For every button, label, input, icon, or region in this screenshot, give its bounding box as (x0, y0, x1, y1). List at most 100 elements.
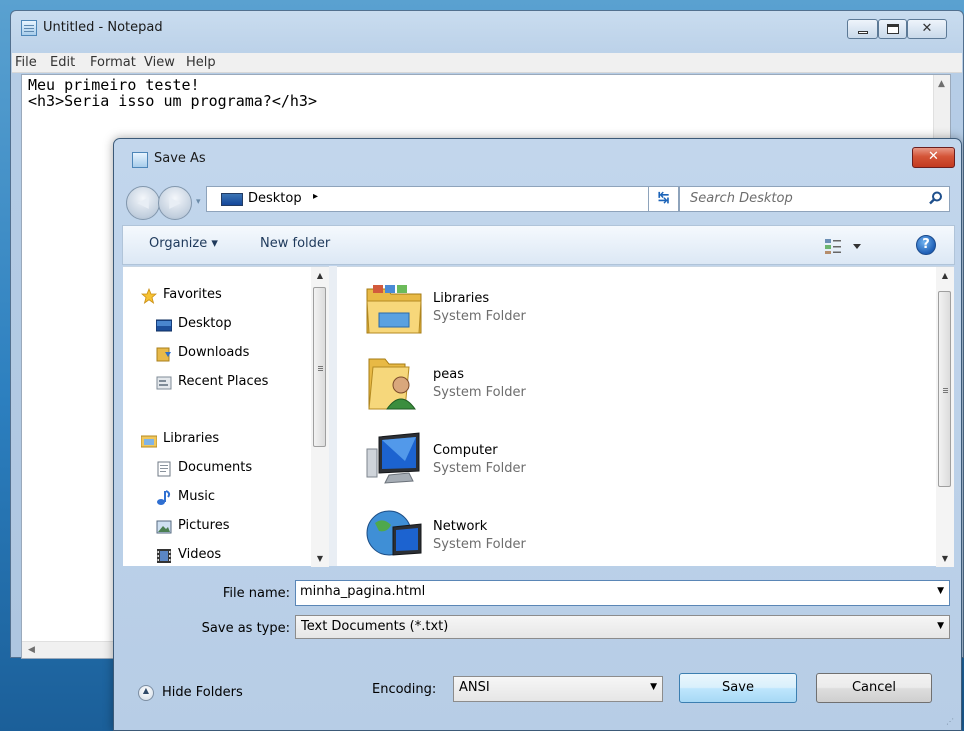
navigation-scrollbar[interactable]: ▲ ▼ (311, 267, 329, 567)
scrollbar-thumb[interactable] (313, 287, 326, 447)
file-name-dropdown-icon[interactable]: ▼ (937, 586, 944, 596)
network-icon (366, 510, 422, 556)
address-bar[interactable]: Desktop ▸ ▼ (206, 186, 719, 212)
scroll-up-icon[interactable]: ▲ (936, 271, 954, 280)
forward-button[interactable]: ▶ (158, 186, 192, 220)
scroll-down-icon[interactable]: ▼ (936, 554, 954, 563)
command-bar: Organize ▾ New folder ? (122, 225, 955, 265)
nav-label: Downloads (178, 345, 250, 360)
scroll-down-icon[interactable]: ▼ (311, 554, 329, 563)
downloads-icon (156, 347, 171, 362)
dialog-icon (132, 152, 148, 168)
desktop-icon (156, 319, 172, 332)
scroll-up-icon[interactable]: ▲ (311, 271, 329, 280)
file-name-label: File name: (222, 586, 290, 601)
pictures-icon (156, 520, 172, 534)
nav-label: Music (178, 489, 215, 504)
navigation-pane: Favorites Desktop Downloads Recent Place… (123, 266, 329, 567)
chevron-down-icon: ▼ (937, 621, 944, 631)
nav-label: Libraries (163, 431, 220, 446)
file-type: System Folder (433, 537, 526, 552)
file-item-libraries[interactable]: Libraries System Folder (351, 279, 771, 343)
breadcrumb-chevron-icon[interactable]: ▸ (313, 191, 318, 202)
notepad-titlebar[interactable]: Untitled - Notepad ✕ (11, 11, 963, 53)
back-button[interactable]: ◀ (126, 186, 160, 220)
notepad-text[interactable]: Meu primeiro teste! <h3>Seria isso um pro… (28, 77, 317, 109)
hide-folders-button[interactable]: ▲ Hide Folders (138, 684, 278, 704)
nav-label: Favorites (163, 287, 222, 302)
maximize-icon (887, 24, 899, 34)
libraries-icon (366, 285, 422, 334)
menu-help[interactable]: Help (186, 55, 216, 70)
file-type: System Folder (433, 461, 526, 476)
minimize-button[interactable] (847, 19, 878, 39)
scroll-left-icon[interactable]: ◀ (28, 645, 35, 655)
save-as-type-label: Save as type: (201, 621, 290, 636)
videos-icon (157, 549, 171, 563)
file-item-computer[interactable]: Computer System Folder (351, 431, 771, 495)
star-icon (141, 288, 157, 304)
search-input[interactable]: Search Desktop (679, 186, 950, 212)
recent-pages-icon[interactable]: ▾ (196, 197, 201, 207)
close-icon: ✕ (928, 149, 939, 164)
address-location[interactable]: Desktop (248, 191, 302, 206)
collapse-icon: ▲ (138, 685, 154, 701)
file-type: System Folder (433, 385, 526, 400)
menu-format[interactable]: Format (90, 55, 136, 70)
change-view-icon[interactable] (823, 236, 863, 256)
scroll-up-icon[interactable]: ▲ (938, 79, 945, 89)
resize-grip-icon[interactable]: ⋰ (946, 717, 954, 726)
file-item-peas[interactable]: peas System Folder (351, 355, 771, 419)
user-folder-icon (368, 358, 416, 410)
file-name-input[interactable] (300, 584, 920, 599)
recent-places-icon (156, 376, 172, 390)
forward-arrow-icon: ▶ (169, 193, 181, 211)
save-as-type-select[interactable]: Text Documents (*.txt) ▼ (295, 615, 950, 639)
scrollbar-thumb[interactable] (938, 291, 951, 487)
nav-label: Documents (178, 460, 253, 475)
notepad-icon (21, 20, 37, 36)
file-item-network[interactable]: Network System Folder (351, 507, 771, 571)
new-folder-button[interactable]: New folder (260, 236, 330, 251)
computer-icon (366, 432, 420, 484)
file-name: peas (433, 367, 464, 382)
documents-icon (157, 461, 171, 477)
notepad-title: Untitled - Notepad (43, 20, 163, 35)
organize-button[interactable]: Organize ▾ (149, 236, 218, 251)
save-button[interactable]: Save (679, 673, 797, 703)
text-line: <h3>Seria isso um programa?</h3> (28, 92, 317, 110)
menu-view[interactable]: View (144, 55, 175, 70)
menu-edit[interactable]: Edit (50, 55, 75, 70)
search-placeholder: Search Desktop (690, 191, 793, 206)
encoding-select[interactable]: ANSI ▼ (453, 676, 663, 702)
dialog-title: Save As (154, 151, 206, 166)
menu-file[interactable]: File (15, 55, 37, 70)
encoding-value: ANSI (459, 680, 490, 695)
file-name: Libraries (433, 291, 490, 306)
close-button[interactable]: ✕ (907, 19, 947, 39)
save-as-type-value: Text Documents (*.txt) (301, 619, 449, 634)
hide-folders-label: Hide Folders (162, 685, 243, 700)
nav-label: Desktop (178, 316, 232, 331)
help-icon[interactable]: ? (916, 235, 936, 255)
file-name: Network (433, 519, 488, 534)
close-icon: ✕ (921, 21, 933, 36)
file-list: Libraries System Folder peas System Fold… (337, 266, 954, 567)
music-icon (157, 490, 171, 505)
refresh-button[interactable]: ↹ (649, 186, 679, 212)
nav-label: Videos (178, 547, 222, 562)
file-name-field[interactable]: ▼ (295, 580, 950, 606)
back-arrow-icon: ◀ (137, 193, 149, 211)
search-icon[interactable] (929, 191, 943, 205)
dialog-close-button[interactable]: ✕ (912, 147, 955, 168)
encoding-label: Encoding: (372, 682, 437, 697)
cancel-button[interactable]: Cancel (816, 673, 932, 703)
grip-icon (318, 366, 323, 367)
file-list-scrollbar[interactable]: ▲ ▼ (936, 267, 954, 567)
maximize-button[interactable] (878, 19, 907, 39)
pane-splitter[interactable] (329, 266, 337, 566)
nav-label: Pictures (178, 518, 230, 533)
file-type: System Folder (433, 309, 526, 324)
minimize-icon (858, 31, 868, 34)
refresh-icon: ↹ (657, 190, 670, 206)
